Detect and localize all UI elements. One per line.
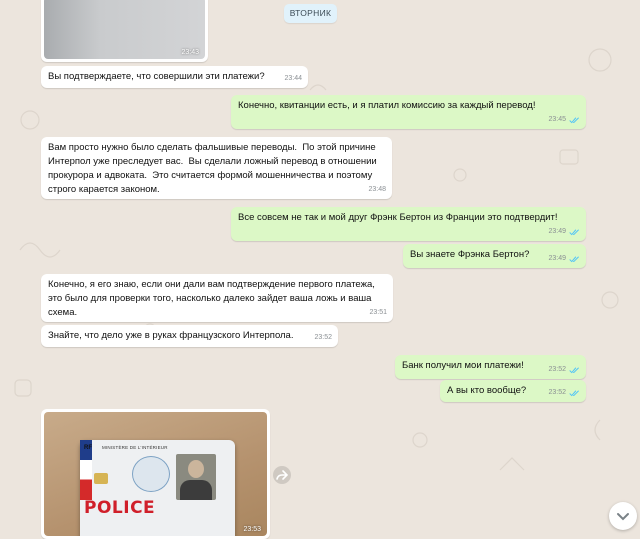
forward-button[interactable] <box>273 466 291 484</box>
message-text: Конечно, я его знаю, если они дали вам п… <box>48 279 378 318</box>
double-check-icon <box>569 366 579 373</box>
message-text: Вам просто нужно было сделать фальшивые … <box>48 142 380 195</box>
message-outgoing[interactable]: Конечно, квитанции есть, и я платил коми… <box>231 95 586 129</box>
photo-thumbnail: RF MINISTÈRE DE L'INTÉRIEUR POLICE 23:53 <box>44 412 267 536</box>
message-time: 23:53 <box>243 526 261 533</box>
message-outgoing[interactable]: Банк получил мои платежи! 23:52 <box>395 355 586 379</box>
photo-thumbnail: 23:43 <box>44 0 205 59</box>
police-card: RF MINISTÈRE DE L'INTÉRIEUR POLICE <box>80 440 235 536</box>
portrait-photo <box>176 454 216 500</box>
double-check-icon <box>569 389 579 396</box>
chevron-down-icon <box>617 513 629 521</box>
message-outgoing[interactable]: А вы кто вообще? 23:52 <box>440 380 586 402</box>
message-time: 23:48 <box>368 186 386 193</box>
message-text: Вы подтверждаете, что совершили эти плат… <box>48 71 265 82</box>
message-time: 23:49 <box>548 228 566 235</box>
message-time: 23:45 <box>548 116 566 123</box>
message-time: 23:51 <box>369 309 387 316</box>
image-message-police[interactable]: RF MINISTÈRE DE L'INTÉRIEUR POLICE 23:53 <box>41 409 270 539</box>
chip-graphic <box>94 473 108 484</box>
card-police-word: POLICE <box>84 498 156 518</box>
message-time: 23:52 <box>548 389 566 396</box>
message-time: 23:44 <box>284 75 302 82</box>
message-incoming[interactable]: Конечно, я его знаю, если они дали вам п… <box>41 274 393 322</box>
double-check-icon <box>569 255 579 262</box>
message-time: 23:43 <box>181 49 199 56</box>
scroll-down-button[interactable] <box>609 502 637 530</box>
card-header-text: MINISTÈRE DE L'INTÉRIEUR <box>102 445 168 450</box>
message-text: Конечно, квитанции есть, и я платил коми… <box>238 100 536 111</box>
double-check-icon <box>569 116 579 123</box>
double-check-icon <box>569 228 579 235</box>
message-text: Знайте, что дело уже в руках французског… <box>48 330 294 341</box>
message-incoming[interactable]: Знайте, что дело уже в руках французског… <box>41 325 338 347</box>
seal-emblem <box>132 456 170 492</box>
message-incoming[interactable]: Вы подтверждаете, что совершили эти плат… <box>41 66 308 88</box>
message-time: 23:49 <box>548 255 566 262</box>
date-chip: ВТОРНИК <box>284 4 337 23</box>
message-text: Все совсем не так и мой друг Фрэнк Берто… <box>238 212 558 223</box>
forward-icon <box>276 470 289 480</box>
message-outgoing[interactable]: Вы знаете Фрэнка Бертон? 23:49 <box>403 244 586 268</box>
message-time: 23:52 <box>314 334 332 341</box>
image-message-top[interactable]: 23:43 <box>41 0 208 62</box>
card-corner-text: RF <box>84 445 92 451</box>
message-time: 23:52 <box>548 366 566 373</box>
message-incoming[interactable]: Вам просто нужно было сделать фальшивые … <box>41 137 392 199</box>
message-outgoing[interactable]: Все совсем не так и мой друг Фрэнк Берто… <box>231 207 586 241</box>
